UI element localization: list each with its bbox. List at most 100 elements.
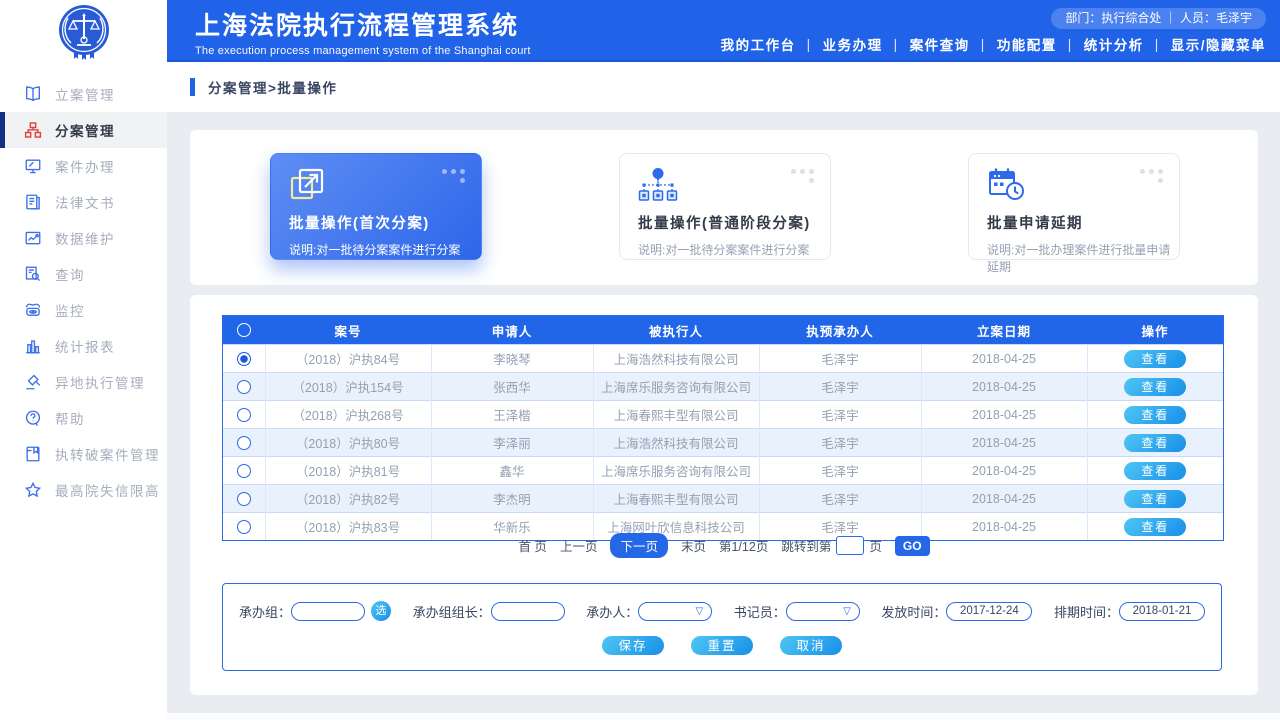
jump-page-input[interactable] (836, 536, 864, 555)
clerk-select[interactable]: ▽ (786, 602, 860, 621)
sidebar-item-12[interactable]: 最高院失信限高 (0, 472, 167, 508)
dropdown-arrow-icon: ▽ (696, 604, 704, 620)
row-radio[interactable] (237, 464, 251, 478)
hierarchy-assign-icon (638, 167, 678, 203)
jump-suffix-label: 页 (869, 536, 882, 555)
calendar-clock-icon (987, 167, 1027, 203)
col-applicant: 申请人 (431, 316, 593, 345)
sidebar-item-label: 帮助 (55, 408, 85, 428)
assignment-form: 承办组： 选 承办组组长： 承办人： ▽ 书记员： (222, 583, 1222, 671)
issue-date-input[interactable]: 2017-12-24 (946, 602, 1032, 621)
view-button[interactable]: 查看 (1124, 350, 1186, 368)
monitor-eye-icon (24, 301, 42, 319)
nav-separator: | (894, 37, 899, 52)
card-dots-icon (442, 169, 465, 183)
nav-item-3[interactable]: 案件查询 (910, 34, 970, 54)
view-button[interactable]: 查看 (1124, 434, 1186, 452)
card-batch-first-assign[interactable]: 批量操作(首次分案) 说明:对一批待分案案件进行分案 (270, 153, 482, 260)
undertaker-label: 承办人： (586, 602, 638, 621)
pagination: 首 页 上一页 下一页 末页 第1/12页 跳转到第 页 GO (190, 533, 1258, 558)
card-title: 批量操作(首次分案) (289, 212, 481, 233)
row-radio[interactable] (237, 408, 251, 422)
row-radio[interactable] (237, 380, 251, 394)
cell-filing-date: 2018-04-25 (921, 401, 1087, 429)
cell-undertaker: 毛泽宇 (759, 457, 921, 485)
nav-item-5[interactable]: 统计分析 (1084, 34, 1144, 54)
reset-button[interactable]: 重置 (691, 636, 753, 655)
cell-executee: 上海浩然科技有限公司 (593, 345, 759, 373)
batch-first-assign-icon (289, 167, 329, 203)
nav-item-1[interactable]: 我的工作台 (721, 34, 796, 54)
cancel-button[interactable]: 取消 (780, 636, 842, 655)
table-row: （2018）沪执84号李晓琴上海浩然科技有限公司毛泽宇2018-04-25查看 (223, 345, 1223, 373)
view-button[interactable]: 查看 (1124, 490, 1186, 508)
next-page-button[interactable]: 下一页 (610, 533, 668, 558)
sidebar-item-7[interactable]: 监控 (0, 292, 167, 328)
sidebar-item-4[interactable]: 法律文书 (0, 184, 167, 220)
user-info-badge: 部门：执行综合处 ｜ 人员：毛泽宇 (1051, 8, 1266, 29)
bottom-strip (167, 713, 1280, 720)
pick-group-button[interactable]: 选 (371, 601, 391, 621)
schedule-date-input[interactable]: 2018-01-21 (1119, 602, 1205, 621)
sidebar-item-11[interactable]: 执转破案件管理 (0, 436, 167, 472)
gavel-icon (24, 373, 42, 391)
app-subtitle: The execution process management system … (195, 45, 531, 57)
undertaker-select[interactable]: ▽ (638, 602, 712, 621)
row-radio[interactable] (237, 520, 251, 534)
row-radio[interactable] (237, 352, 251, 366)
sidebar-item-1[interactable]: 立案管理 (0, 76, 167, 112)
sidebar-item-8[interactable]: 统计报表 (0, 328, 167, 364)
view-button[interactable]: 查看 (1124, 378, 1186, 396)
sidebar-item-6[interactable]: 查询 (0, 256, 167, 292)
card-batch-extension[interactable]: 批量申请延期 说明:对一批办理案件进行批量申请延期 (968, 153, 1180, 260)
cell-filing-date: 2018-04-25 (921, 373, 1087, 401)
sidebar-item-label: 数据维护 (55, 228, 115, 248)
nav-item-2[interactable]: 业务办理 (823, 34, 883, 54)
group-input[interactable] (291, 602, 365, 621)
sidebar-item-3[interactable]: 案件办理 (0, 148, 167, 184)
nav-item-4[interactable]: 功能配置 (997, 34, 1057, 54)
sidebar-item-label: 异地执行管理 (55, 372, 145, 392)
court-emblem-icon (38, 2, 130, 62)
bankruptcy-file-icon (24, 445, 42, 463)
book-icon (24, 85, 42, 103)
go-button[interactable]: GO (895, 536, 930, 556)
view-button[interactable]: 查看 (1124, 462, 1186, 480)
card-batch-stage-assign[interactable]: 批量操作(普通阶段分案) 说明:对一批待分案案件进行分案 (619, 153, 831, 260)
col-case-number: 案号 (265, 316, 431, 345)
cell-filing-date: 2018-04-25 (921, 345, 1087, 373)
sidebar-item-2[interactable]: 分案管理 (0, 112, 167, 148)
court-logo (0, 0, 167, 64)
table-row: （2018）沪执268号王泽楷上海春熙丰型有限公司毛泽宇2018-04-25查看 (223, 401, 1223, 429)
select-all-radio[interactable] (237, 323, 251, 337)
document-icon (24, 193, 42, 211)
cell-case-number: （2018）沪执80号 (265, 429, 431, 457)
first-page-link[interactable]: 首 页 (518, 536, 546, 555)
save-button[interactable]: 保存 (602, 636, 664, 655)
sidebar-item-9[interactable]: 异地执行管理 (0, 364, 167, 400)
sidebar-item-5[interactable]: 数据维护 (0, 220, 167, 256)
view-button[interactable]: 查看 (1124, 406, 1186, 424)
card-desc: 说明:对一批待分案案件进行分案 (638, 241, 830, 258)
card-dots-icon (791, 169, 814, 183)
cell-applicant: 王泽楷 (431, 401, 593, 429)
table-panel: 案号 申请人 被执行人 执预承办人 立案日期 操作 （2018）沪执84号李晓琴… (190, 295, 1258, 695)
nav-item-6[interactable]: 显示/隐藏菜单 (1171, 34, 1266, 54)
cell-applicant: 李晓琴 (431, 345, 593, 373)
sidebar-item-label: 分案管理 (55, 120, 115, 140)
group-leader-input[interactable] (491, 602, 565, 621)
nav-separator: | (807, 37, 812, 52)
cell-undertaker: 毛泽宇 (759, 485, 921, 513)
cell-filing-date: 2018-04-25 (921, 429, 1087, 457)
col-executee: 被执行人 (593, 316, 759, 345)
prev-page-link[interactable]: 上一页 (560, 536, 598, 555)
row-radio[interactable] (237, 492, 251, 506)
breadcrumb-bar: 分案管理>批量操作 (167, 62, 1280, 112)
monitor-icon (24, 157, 42, 175)
row-radio[interactable] (237, 436, 251, 450)
group-leader-label: 承办组组长： (413, 602, 491, 621)
last-page-link[interactable]: 末页 (681, 536, 706, 555)
card-desc: 说明:对一批办理案件进行批量申请延期 (987, 241, 1179, 275)
page-info: 第1/12页 (719, 536, 768, 555)
sidebar-item-10[interactable]: 帮助 (0, 400, 167, 436)
